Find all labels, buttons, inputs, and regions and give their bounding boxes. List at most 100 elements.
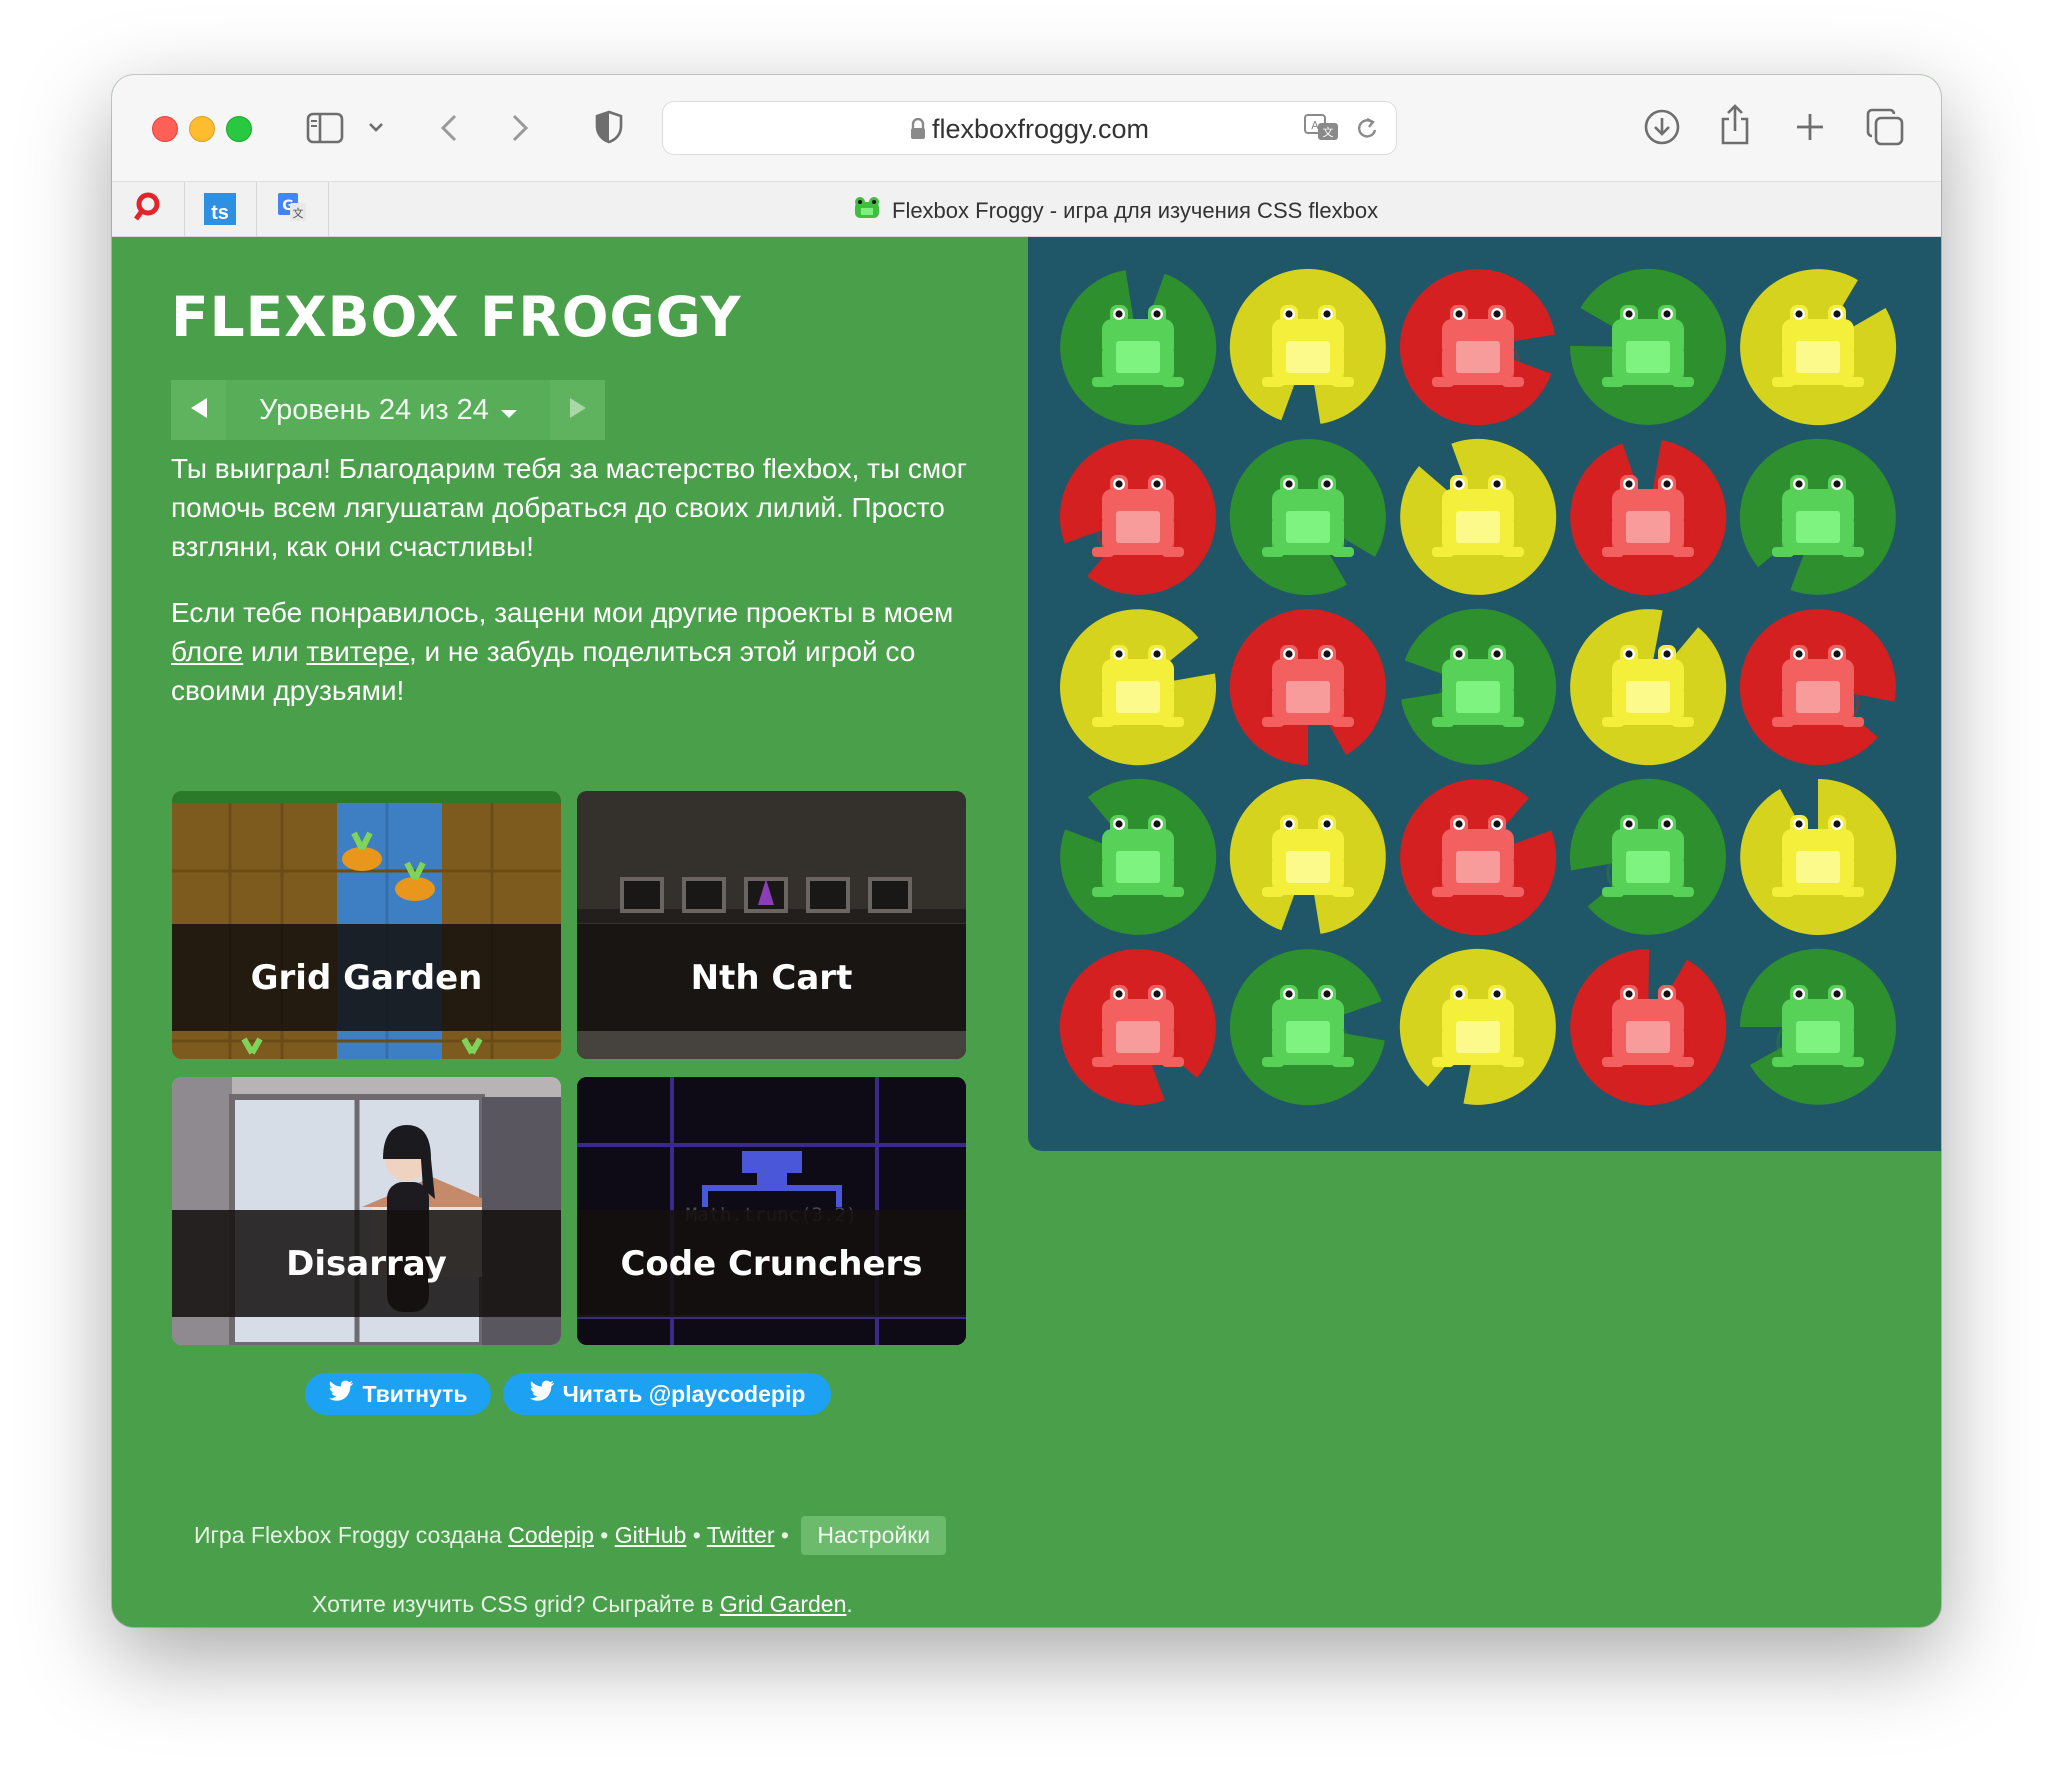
caret-down-icon — [500, 394, 517, 427]
google-translate-icon: G文 — [276, 191, 308, 228]
projects-text-a: Если тебе понравилось, зацени мои другие… — [171, 597, 954, 628]
projects-message: Если тебе понравилось, зацени мои другие… — [171, 593, 991, 710]
grid-garden-footer: Хотите изучить CSS grid? Сыграйте в Grid… — [312, 1591, 853, 1618]
frog-green — [1262, 475, 1354, 557]
pinned-tab-1[interactable] — [112, 182, 185, 236]
frog-yellow — [1432, 475, 1524, 557]
frog-red — [1772, 645, 1864, 727]
settings-button[interactable]: Настройки — [801, 1516, 947, 1555]
frog-yellow — [1602, 645, 1694, 727]
code-crunchers-label: Code Crunchers — [577, 1210, 966, 1317]
follow-button[interactable]: Читать @playcodepip — [503, 1373, 831, 1415]
frog-red — [1602, 985, 1694, 1067]
lock-icon — [910, 116, 926, 147]
minimize-window-button[interactable] — [189, 116, 215, 142]
grid-garden-promo-end: . — [846, 1591, 853, 1617]
tab-bar: ts G文 Flexbox Froggy - игра для изучения… — [112, 181, 1941, 237]
frog-yellow — [1262, 815, 1354, 897]
credits-text: Игра Flexbox Froggy создана — [194, 1522, 502, 1548]
twitter-bird-icon — [529, 1380, 555, 1408]
disarray-card[interactable]: Disarray — [172, 1077, 561, 1345]
svg-text:文: 文 — [1323, 125, 1334, 139]
frog-yellow — [1772, 305, 1864, 387]
frog-green — [1092, 305, 1184, 387]
twitter-bird-icon — [328, 1380, 354, 1408]
svg-text:文: 文 — [293, 206, 304, 220]
frog-red — [1092, 985, 1184, 1067]
grid-garden-link[interactable]: Grid Garden — [720, 1591, 847, 1617]
grid-garden-card[interactable]: Grid Garden — [172, 791, 561, 1059]
prev-level-button[interactable] — [171, 380, 226, 440]
frog-green — [1092, 815, 1184, 897]
frog-green — [1602, 815, 1694, 897]
next-level-button[interactable] — [550, 380, 605, 440]
github-link[interactable]: GitHub — [615, 1522, 687, 1548]
pinned-tab-3[interactable]: G文 — [256, 182, 329, 236]
downloads-icon[interactable] — [1641, 106, 1683, 148]
blog-link[interactable]: блоге — [171, 636, 243, 667]
projects-text-b: или — [250, 636, 299, 667]
frog-yellow — [1092, 645, 1184, 727]
frog-green — [1432, 645, 1524, 727]
active-tab[interactable]: Flexbox Froggy - игра для изучения CSS f… — [852, 196, 1378, 226]
new-tab-icon[interactable] — [1792, 109, 1828, 145]
triangle-left-icon — [189, 397, 209, 424]
grid-garden-promo-text: Хотите изучить CSS grid? Сыграйте в — [312, 1591, 714, 1617]
frog-red — [1602, 475, 1694, 557]
pin-logo-icon — [131, 190, 165, 229]
pond-board — [1028, 237, 1941, 1151]
address-bar-url: flexboxfroggy.com — [663, 114, 1396, 147]
frog-yellow — [1262, 305, 1354, 387]
codepip-link[interactable]: Codepip — [508, 1522, 594, 1548]
sidebar-toggle-icon[interactable] — [305, 109, 345, 147]
tab-overview-icon[interactable] — [1864, 106, 1906, 148]
nth-cart-label: Nth Cart — [577, 924, 966, 1031]
frog-red — [1432, 815, 1524, 897]
back-icon[interactable] — [434, 109, 464, 147]
win-message: Ты выиграл! Благодарим тебя за мастерств… — [171, 453, 967, 562]
follow-button-label: Читать @playcodepip — [562, 1380, 806, 1407]
frog-yellow — [1432, 985, 1524, 1067]
frog-red — [1262, 645, 1354, 727]
frog-green — [1772, 985, 1864, 1067]
nth-cart-card[interactable]: Nth Cart — [577, 791, 966, 1059]
ts-logo-icon: ts — [204, 193, 236, 225]
code-crunchers-card[interactable]: Math.trunc(3.2) Code Crunchers — [577, 1077, 966, 1345]
page-content: FLEXBOX FROGGY Уровень 24 из 24 Ты выигр… — [112, 237, 1941, 1627]
frog-red — [1092, 475, 1184, 557]
frog-yellow — [1772, 815, 1864, 897]
tweet-button-label: Твитнуть — [362, 1380, 468, 1407]
footer-separator: • — [600, 1522, 609, 1548]
footer-separator: • — [780, 1522, 789, 1548]
translate-icon[interactable]: A文 — [1303, 113, 1341, 143]
reload-icon[interactable] — [1353, 114, 1381, 144]
frog-red — [1432, 305, 1524, 387]
twitter-footer-link[interactable]: Twitter — [707, 1522, 775, 1548]
share-icon[interactable] — [1717, 101, 1753, 147]
disarray-label: Disarray — [172, 1210, 561, 1317]
level-dropdown[interactable]: Уровень 24 из 24 — [226, 380, 550, 440]
privacy-shield-icon[interactable] — [593, 107, 625, 147]
zoom-window-button[interactable] — [226, 116, 252, 142]
browser-window: flexboxfroggy.com A文 ts G 文 Flexbox Frog… — [112, 75, 1941, 1627]
close-window-button[interactable] — [152, 116, 178, 142]
frog-favicon-icon — [852, 196, 882, 226]
level-label: Уровень 24 из 24 — [259, 393, 489, 426]
frog-green — [1262, 985, 1354, 1067]
game-title: FLEXBOX FROGGY — [171, 285, 742, 349]
pinned-tab-2[interactable]: ts — [184, 182, 257, 236]
footer-separator: • — [692, 1522, 701, 1548]
frog-green — [1772, 475, 1864, 557]
triangle-right-icon — [568, 397, 588, 424]
forward-icon[interactable] — [505, 109, 535, 147]
twitter-link[interactable]: твитере — [306, 636, 409, 667]
tweet-button[interactable]: Твитнуть — [305, 1373, 491, 1415]
chevron-down-icon[interactable] — [366, 117, 386, 137]
level-selector: Уровень 24 из 24 — [171, 380, 605, 440]
frog-green — [1602, 305, 1694, 387]
address-bar[interactable]: flexboxfroggy.com A文 — [662, 101, 1397, 155]
grid-garden-label: Grid Garden — [172, 924, 561, 1031]
tab-title-text: Flexbox Froggy - игра для изучения CSS f… — [892, 198, 1379, 223]
browser-toolbar: flexboxfroggy.com A文 — [112, 75, 1941, 181]
credits-footer: Игра Flexbox Froggy создана Codepip • Gi… — [194, 1516, 947, 1555]
